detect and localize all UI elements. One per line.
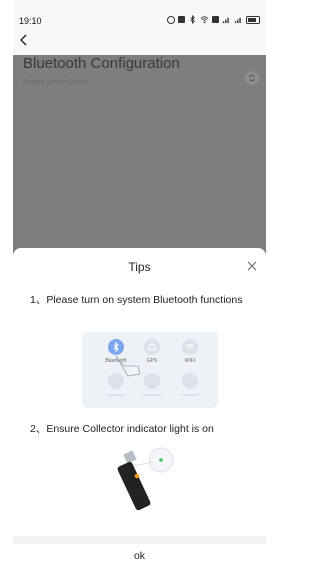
sheet-title: Tips [128,260,151,274]
tip-bluetooth: 1、Please turn on system Bluetooth functi… [30,294,243,306]
chevron-left-icon [20,34,27,46]
wifi-label: WIFI [184,358,196,364]
placeholder-icon [182,373,198,389]
status-bar: 19:10 [13,14,266,28]
button-divider [13,536,266,544]
wifi-icon [200,15,209,24]
tip-indicator-light: 2、Ensure Collector indicator light is on [30,423,214,435]
refresh-icon [249,74,255,82]
placeholder-bar [181,394,199,396]
refresh-button[interactable] [245,71,259,85]
wifi-icon [182,339,198,355]
control-center-illustration: Bluetooth GPS WIFI [82,332,218,408]
placeholder-bar [107,394,125,396]
tips-bottom-sheet: Tips 1、Please turn on system Bluetooth f… [13,248,266,568]
signal-icon [222,15,231,24]
back-button[interactable] [19,34,33,48]
close-button[interactable] [246,260,258,272]
eye-icon [167,15,175,24]
box-icon [178,16,185,23]
hand-pointer-icon [115,355,141,377]
status-time: 19:10 [19,16,42,26]
bluetooth-icon [188,15,197,24]
collector-device-illustration [111,444,191,516]
hd-icon [212,16,219,23]
placeholder-icon [144,373,160,389]
battery-icon [246,15,260,24]
page-title: Bluetooth Configuration [23,55,180,72]
placeholder-bar [143,394,161,396]
signal-icon [234,15,243,24]
gps-icon [144,339,160,355]
page-subtitle: Please Select Device [23,79,90,86]
app-frame: 19:10 Bluetooth Configuration Please Sel… [13,0,266,568]
status-icons [167,15,260,24]
top-bar: 19:10 [13,0,266,55]
ok-button[interactable]: ok [13,544,266,568]
close-icon [247,261,257,271]
